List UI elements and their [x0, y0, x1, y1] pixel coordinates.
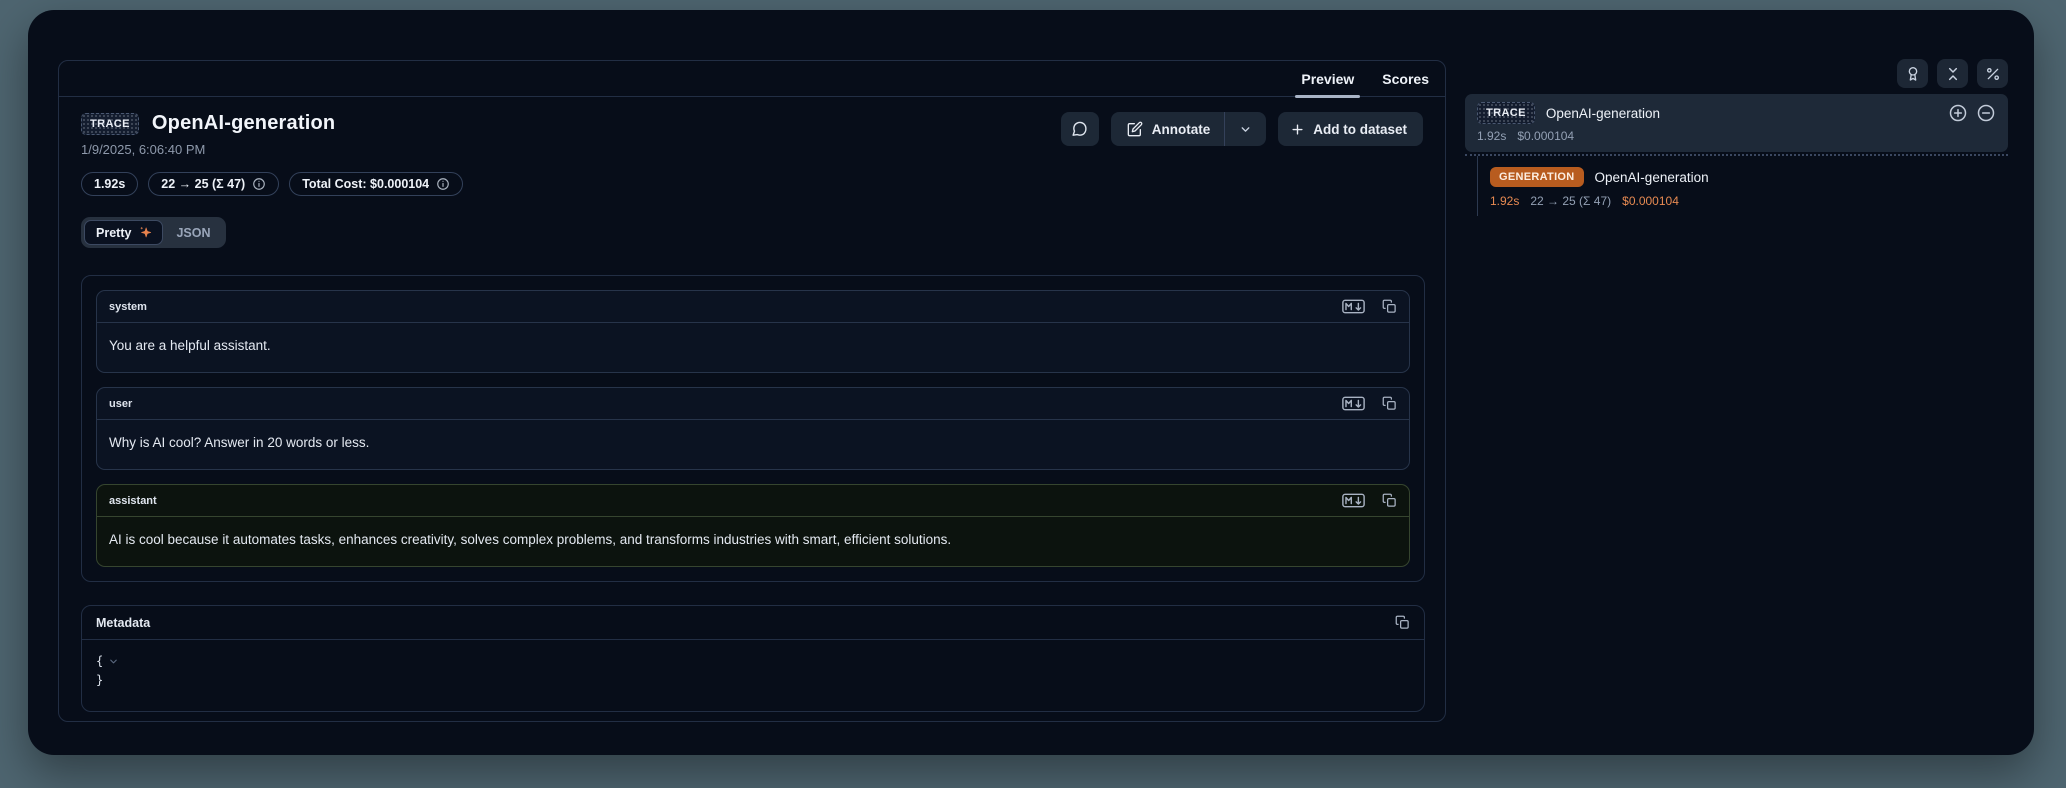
copy-icon[interactable] — [1395, 615, 1410, 630]
fold-vertical-icon — [1945, 66, 1961, 82]
markdown-toggle-icon[interactable] — [1342, 396, 1365, 411]
add-to-dataset-button[interactable]: Add to dataset — [1278, 112, 1423, 146]
message-content: AI is cool because it automates tasks, e… — [97, 517, 1409, 566]
sparkles-icon — [138, 225, 153, 240]
comment-bubble-icon — [1071, 121, 1088, 138]
scores-award-button[interactable] — [1897, 59, 1928, 88]
pretty-label: Pretty — [96, 226, 131, 240]
page-title: OpenAI-generation — [152, 112, 335, 135]
markdown-toggle-icon[interactable] — [1342, 299, 1365, 314]
message-content: Why is AI cool? Answer in 20 words or le… — [97, 420, 1409, 469]
tree-generation-cost: $0.000104 — [1622, 194, 1679, 208]
tree-generation-name: OpenAI-generation — [1595, 170, 1709, 185]
tree-trace-cost: $0.000104 — [1517, 129, 1574, 143]
markdown-toggle-icon[interactable] — [1342, 493, 1365, 508]
annotate-button[interactable]: Annotate — [1111, 112, 1225, 146]
tree-generation-tokens: 22 → 25 (Σ 47) — [1530, 194, 1611, 208]
messages-container: system — [81, 275, 1425, 582]
zoom-in-icon[interactable] — [1948, 103, 1968, 123]
tree-trace-latency: 1.92s — [1477, 129, 1506, 143]
app-window: Preview Scores TRACE OpenAI-generation 1… — [28, 10, 2034, 755]
tree-generation-latency: 1.92s — [1490, 194, 1519, 208]
trace-timestamp: 1/9/2025, 6:06:40 PM — [81, 142, 335, 157]
tree-toolbar — [1465, 59, 2008, 88]
metadata-card: Metadata { — [81, 605, 1425, 712]
metrics-percent-button[interactable] — [1977, 59, 2008, 88]
collapse-all-button[interactable] — [1937, 59, 1968, 88]
message-role: assistant — [109, 495, 157, 507]
metadata-json: { } — [82, 640, 1424, 711]
info-icon[interactable] — [436, 177, 450, 191]
generation-type-badge: GENERATION — [1490, 167, 1584, 187]
message-content: You are a helpful assistant. — [97, 323, 1409, 372]
edit-pencil-icon — [1127, 121, 1143, 137]
trace-detail-panel: Preview Scores TRACE OpenAI-generation 1… — [58, 60, 1446, 722]
annotate-split-button: Annotate — [1111, 112, 1267, 146]
chevron-down-icon — [1239, 123, 1252, 136]
message-role: user — [109, 398, 132, 410]
tree-children: GENERATION OpenAI-generation 1.92s 22 → … — [1477, 156, 2008, 216]
io-format-tabs: Pretty JSON — [81, 217, 226, 248]
add-to-dataset-label: Add to dataset — [1313, 122, 1407, 137]
tab-scores[interactable]: Scores — [1382, 61, 1429, 96]
copy-icon[interactable] — [1382, 299, 1397, 314]
trace-type-badge: TRACE — [1477, 102, 1535, 124]
copy-icon[interactable] — [1382, 493, 1397, 508]
message-card-system: system — [96, 290, 1410, 373]
tokens-pill: 22 → 25 (Σ 47) — [148, 172, 279, 196]
copy-icon[interactable] — [1382, 396, 1397, 411]
award-icon — [1905, 66, 1921, 82]
toolbar: Annotate — [1061, 112, 1423, 146]
annotate-label: Annotate — [1152, 122, 1211, 137]
percent-icon — [1985, 66, 2001, 82]
tab-pretty[interactable]: Pretty — [84, 220, 163, 245]
comment-button[interactable] — [1061, 112, 1099, 146]
message-card-user: user — [96, 387, 1410, 470]
tree-trace-name: OpenAI-generation — [1546, 106, 1660, 121]
metadata-title: Metadata — [96, 616, 150, 630]
plus-icon — [1290, 122, 1305, 137]
tree-row-generation[interactable]: GENERATION OpenAI-generation 1.92s 22 → … — [1490, 167, 2008, 208]
annotate-dropdown-button[interactable] — [1225, 112, 1266, 146]
message-role: system — [109, 301, 147, 313]
trace-type-badge: TRACE — [81, 113, 139, 135]
message-card-assistant: assistant — [96, 484, 1410, 567]
collapse-chevron-icon[interactable] — [108, 656, 119, 667]
trace-tree-sidebar: TRACE OpenAI-generation — [1465, 59, 2008, 216]
trace-metric-pills: 1.92s 22 → 25 (Σ 47) Total Cost: $0.0001… — [81, 172, 1423, 196]
info-icon[interactable] — [252, 177, 266, 191]
tab-json[interactable]: JSON — [163, 221, 223, 245]
cost-pill: Total Cost: $0.000104 — [289, 172, 463, 196]
tab-preview[interactable]: Preview — [1301, 61, 1354, 96]
panel-body: TRACE OpenAI-generation 1/9/2025, 6:06:4… — [59, 97, 1445, 712]
panel-header: Preview Scores — [59, 61, 1445, 97]
latency-pill: 1.92s — [81, 172, 138, 196]
tree-row-trace[interactable]: TRACE OpenAI-generation — [1465, 94, 2008, 152]
zoom-out-icon[interactable] — [1976, 103, 1996, 123]
